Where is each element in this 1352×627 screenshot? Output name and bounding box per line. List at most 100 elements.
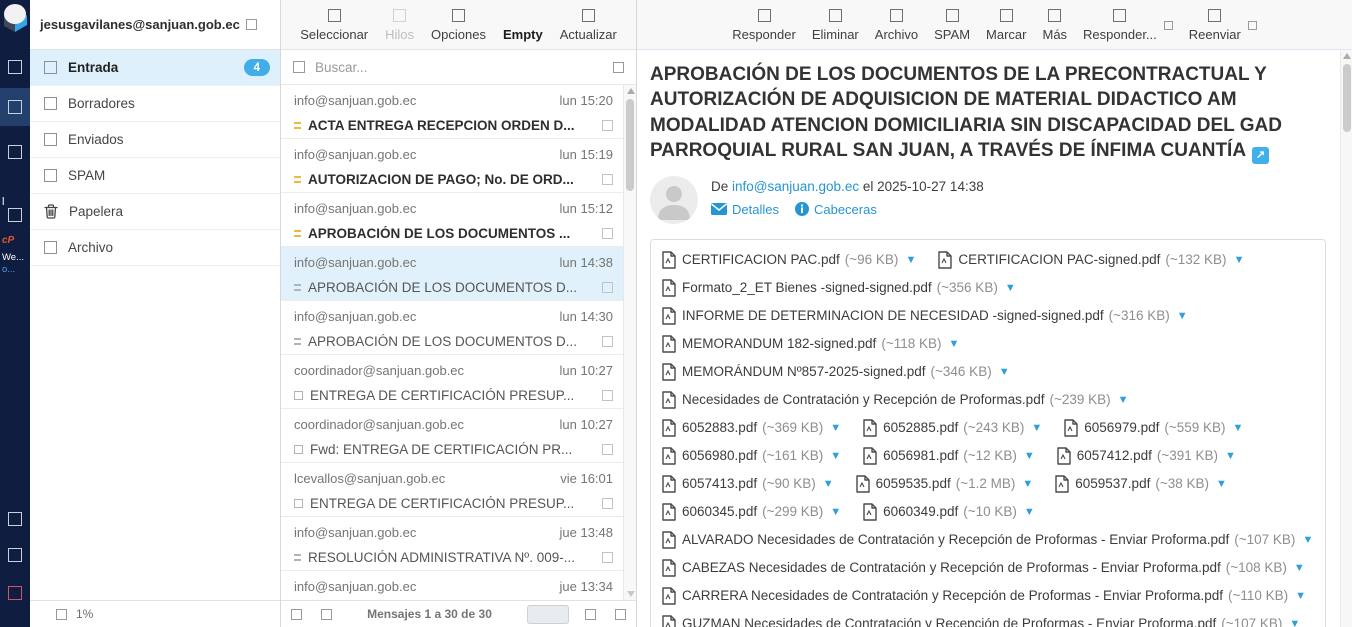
rail-icon-5[interactable] bbox=[8, 512, 22, 526]
cpanel-logo-icon[interactable]: cP bbox=[2, 235, 14, 246]
message-list-item[interactable]: info@sanjuan.gob.ec lun 15:12 APROBACIÓN… bbox=[281, 193, 623, 247]
attachment-dropdown-icon[interactable]: ▼ bbox=[1302, 534, 1313, 546]
toolbar-button[interactable]: Seleccionar bbox=[300, 9, 368, 42]
attachment-dropdown-icon[interactable]: ▼ bbox=[949, 338, 960, 350]
attachment-chip[interactable]: 6057412.pdf (~391 KB) ▼ bbox=[1057, 442, 1236, 470]
toolbar-button[interactable]: Actualizar bbox=[560, 9, 617, 42]
message-list-item[interactable]: info@sanjuan.gob.ec lun 14:38 APROBACIÓN… bbox=[281, 247, 623, 301]
attachment-chip[interactable]: INFORME DE DETERMINACION DE NECESIDAD -s… bbox=[662, 302, 1188, 330]
message-list-item[interactable]: coordinador@sanjuan.gob.ec lun 10:27 ENT… bbox=[281, 355, 623, 409]
dropdown-caret-icon[interactable] bbox=[1164, 21, 1173, 30]
flag-icon[interactable] bbox=[602, 174, 613, 185]
attachment-chip[interactable]: MEMORANDUM 182-signed.pdf (~118 KB) ▼ bbox=[662, 330, 959, 358]
attachment-dropdown-icon[interactable]: ▼ bbox=[823, 478, 834, 490]
flag-icon[interactable] bbox=[602, 120, 613, 131]
toolbar-button[interactable]: Opciones bbox=[431, 9, 486, 42]
account-header[interactable]: jesusgavilanes@sanjuan.gob.ec bbox=[30, 0, 280, 50]
attachment-dropdown-icon[interactable]: ▼ bbox=[1225, 450, 1236, 462]
folder-row[interactable]: Archivo bbox=[30, 230, 280, 266]
toolbar-button[interactable]: Marcar bbox=[986, 9, 1026, 42]
toolbar-button[interactable]: Responder... bbox=[1083, 9, 1157, 42]
folder-row[interactable]: Enviados bbox=[30, 122, 280, 158]
folder-row[interactable]: SPAM bbox=[30, 158, 280, 194]
folder-row[interactable]: Borradores bbox=[30, 86, 280, 122]
toolbar-button[interactable]: Archivo bbox=[875, 9, 918, 42]
flag-icon[interactable] bbox=[602, 282, 613, 293]
attachment-dropdown-icon[interactable]: ▼ bbox=[905, 254, 916, 266]
attachment-dropdown-icon[interactable]: ▼ bbox=[1234, 254, 1245, 266]
dropdown-caret-icon[interactable] bbox=[1248, 21, 1257, 30]
attachment-dropdown-icon[interactable]: ▼ bbox=[1118, 394, 1129, 406]
attachment-chip[interactable]: CABEZAS Necesidades de Contratación y Re… bbox=[662, 554, 1305, 582]
attachment-dropdown-icon[interactable]: ▼ bbox=[830, 506, 841, 518]
search-input[interactable] bbox=[315, 60, 603, 75]
scrollbar-down-arrow-icon[interactable] bbox=[627, 591, 635, 597]
attachment-dropdown-icon[interactable]: ▼ bbox=[1216, 478, 1227, 490]
page-number-input[interactable] bbox=[527, 605, 569, 624]
attachment-chip[interactable]: GUZMAN Necesidades de Contratación y Rec… bbox=[662, 610, 1300, 627]
toolbar-button[interactable]: Más bbox=[1042, 9, 1067, 42]
rail-icon-2-active[interactable] bbox=[8, 100, 22, 114]
rail-icon-6[interactable] bbox=[8, 548, 22, 562]
attachment-dropdown-icon[interactable]: ▼ bbox=[1005, 282, 1016, 294]
attachment-dropdown-icon[interactable]: ▼ bbox=[830, 422, 841, 434]
message-list-item[interactable]: coordinador@sanjuan.gob.ec lun 10:27 Fwd… bbox=[281, 409, 623, 463]
message-list-item[interactable]: info@sanjuan.gob.ec lun 15:20 ACTA ENTRE… bbox=[281, 85, 623, 139]
attachment-chip[interactable]: MEMORÁNDUM Nº857-2025-signed.pdf (~346 K… bbox=[662, 358, 1010, 386]
webmail-logo-icon[interactable] bbox=[1, 2, 29, 39]
toolbar-button[interactable]: Empty bbox=[503, 27, 543, 42]
attachment-dropdown-icon[interactable]: ▼ bbox=[1233, 422, 1244, 434]
toolbar-button[interactable]: Reenviar bbox=[1189, 9, 1241, 42]
toolbar-button[interactable]: SPAM bbox=[934, 9, 970, 42]
flag-icon[interactable] bbox=[602, 498, 613, 509]
folder-row[interactable]: Entrada 4 bbox=[30, 50, 280, 86]
headers-link[interactable]: Cabeceras bbox=[795, 202, 877, 217]
search-bar[interactable] bbox=[281, 50, 636, 85]
attachment-dropdown-icon[interactable]: ▼ bbox=[1022, 478, 1033, 490]
last-page-icon[interactable] bbox=[615, 609, 626, 620]
attachment-chip[interactable]: Necesidades de Contratación y Recepción … bbox=[662, 386, 1129, 414]
attachment-chip[interactable]: 6059535.pdf (~1.2 MB) ▼ bbox=[856, 470, 1034, 498]
search-icon[interactable] bbox=[293, 61, 305, 73]
message-list-item[interactable]: info@sanjuan.gob.ec lun 15:19 AUTORIZACI… bbox=[281, 139, 623, 193]
attachment-dropdown-icon[interactable]: ▼ bbox=[1031, 422, 1042, 434]
attachment-chip[interactable]: CERTIFICACION PAC.pdf (~96 KB) ▼ bbox=[662, 246, 916, 274]
toolbar-button[interactable]: Responder bbox=[732, 9, 796, 42]
rail-icon-1[interactable] bbox=[8, 60, 22, 74]
attachment-dropdown-icon[interactable]: ▼ bbox=[1295, 590, 1306, 602]
message-list-item[interactable]: lcevallos@sanjuan.gob.ec vie 16:01 ENTRE… bbox=[281, 463, 623, 517]
scrollbar-thumb[interactable] bbox=[1343, 64, 1351, 132]
attachment-chip[interactable]: Formato_2_ET Bienes -signed-signed.pdf (… bbox=[662, 274, 1016, 302]
attachment-dropdown-icon[interactable]: ▼ bbox=[1024, 450, 1035, 462]
attachment-dropdown-icon[interactable]: ▼ bbox=[830, 450, 841, 462]
attachment-dropdown-icon[interactable]: ▼ bbox=[1289, 618, 1300, 627]
message-list-item[interactable]: info@sanjuan.gob.ec jue 13:48 RESOLUCIÓN… bbox=[281, 517, 623, 571]
attachment-chip[interactable]: 6059537.pdf (~38 KB) ▼ bbox=[1055, 470, 1227, 498]
toolbar-button[interactable]: Hilos bbox=[385, 9, 414, 42]
reading-scrollbar[interactable] bbox=[1340, 50, 1352, 627]
message-list-item[interactable]: info@sanjuan.gob.ec jue 13:34 bbox=[281, 571, 623, 600]
attachment-chip[interactable]: 6060345.pdf (~299 KB) ▼ bbox=[662, 498, 841, 526]
folder-row[interactable]: Papelera bbox=[30, 194, 280, 230]
attachment-dropdown-icon[interactable]: ▼ bbox=[1177, 310, 1188, 322]
message-list-item[interactable]: info@sanjuan.gob.ec lun 14:30 APROBACIÓN… bbox=[281, 301, 623, 355]
details-link[interactable]: Detalles bbox=[711, 202, 779, 217]
attachment-chip[interactable]: 6056980.pdf (~161 KB) ▼ bbox=[662, 442, 841, 470]
search-options-icon[interactable] bbox=[613, 62, 624, 73]
rail-icon-4[interactable] bbox=[8, 208, 22, 222]
account-dropdown-icon[interactable] bbox=[246, 19, 257, 30]
attachment-chip[interactable]: CARRERA Necesidades de Contratación y Re… bbox=[662, 582, 1306, 610]
attachment-chip[interactable]: 6052883.pdf (~369 KB) ▼ bbox=[662, 414, 841, 442]
open-in-new-window-icon[interactable]: ↗ bbox=[1252, 147, 1269, 164]
attachment-dropdown-icon[interactable]: ▼ bbox=[1024, 506, 1035, 518]
scrollbar-up-arrow-icon[interactable] bbox=[1343, 53, 1351, 59]
first-page-icon[interactable] bbox=[291, 609, 302, 620]
list-scrollbar[interactable] bbox=[623, 85, 636, 600]
flag-icon[interactable] bbox=[602, 390, 613, 401]
rail-icon-logout[interactable] bbox=[8, 586, 22, 600]
attachment-dropdown-icon[interactable]: ▼ bbox=[1294, 562, 1305, 574]
sender-email-link[interactable]: info@sanjuan.gob.ec bbox=[732, 179, 859, 194]
attachment-chip[interactable]: 6052885.pdf (~243 KB) ▼ bbox=[863, 414, 1042, 442]
flag-icon[interactable] bbox=[602, 444, 613, 455]
attachment-chip[interactable]: 6056981.pdf (~12 KB) ▼ bbox=[863, 442, 1035, 470]
